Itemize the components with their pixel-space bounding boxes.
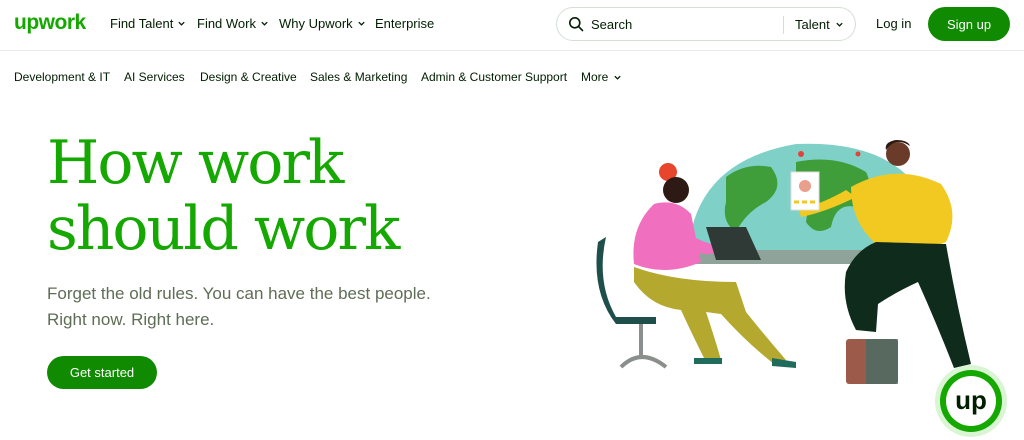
category-sales-marketing[interactable]: Sales & Marketing <box>310 70 407 84</box>
nav-why-upwork[interactable]: Why Upwork <box>279 16 366 31</box>
chevron-down-icon <box>358 21 365 26</box>
hero-subtitle: Forget the old rules. You can have the b… <box>47 281 497 333</box>
category-label: Sales & Marketing <box>310 70 408 84</box>
upwork-badge-icon[interactable]: up <box>934 364 1008 438</box>
hero-title: How work should work <box>47 130 567 262</box>
search-divider <box>783 16 784 34</box>
category-label: AI Services <box>124 70 185 84</box>
nav-find-talent-label: Find Talent <box>110 16 174 31</box>
category-admin-support[interactable]: Admin & Customer Support <box>421 70 567 84</box>
hero-title-line2: should work <box>47 194 400 264</box>
chevron-down-icon <box>261 21 268 26</box>
hero-title-line1: How work <box>47 128 344 198</box>
category-design-creative[interactable]: Design & Creative <box>200 70 297 84</box>
bag-accent <box>866 339 898 384</box>
nav-divider <box>0 50 1024 51</box>
hero-subtitle-line2: Right now. Right here. <box>47 310 215 329</box>
get-started-button[interactable]: Get started <box>47 356 157 389</box>
category-development-it[interactable]: Development & IT <box>14 70 110 84</box>
chevron-down-icon <box>178 21 186 26</box>
upwork-logo[interactable]: upwork <box>14 11 86 35</box>
nav-find-talent[interactable]: Find Talent <box>110 16 186 31</box>
nav-find-work-label: Find Work <box>197 16 256 31</box>
search-bar: Talent <box>556 7 856 41</box>
search-input[interactable] <box>591 16 771 32</box>
search-icon[interactable] <box>568 16 584 32</box>
top-navigation: upwork Find Talent Find Work Why Upwork … <box>0 0 1024 48</box>
chair-base <box>619 324 668 369</box>
chevron-down-icon <box>614 75 621 80</box>
nav-why-upwork-label: Why Upwork <box>279 16 353 31</box>
badge-text: up <box>955 385 987 415</box>
search-scope-label: Talent <box>795 17 830 32</box>
category-ai-services[interactable]: AI Services <box>124 70 185 84</box>
woman-shoe <box>694 358 796 368</box>
login-link[interactable]: Log in <box>876 16 911 31</box>
category-label: Development & IT <box>14 70 111 84</box>
search-scope-dropdown[interactable]: Talent <box>795 17 844 32</box>
category-more-label: More <box>581 70 609 84</box>
nav-find-work[interactable]: Find Work <box>197 16 269 31</box>
woman-legs <box>634 267 786 364</box>
profile-card-avatar <box>799 180 811 192</box>
woman-head <box>663 177 689 203</box>
chevron-down-icon <box>836 22 843 27</box>
globe-pin <box>798 151 804 157</box>
signup-button[interactable]: Sign up <box>928 7 1010 41</box>
hero-illustration <box>596 140 971 384</box>
nav-enterprise[interactable]: Enterprise <box>375 16 434 31</box>
nav-enterprise-label: Enterprise <box>375 16 435 31</box>
globe-pin <box>855 151 861 157</box>
category-more[interactable]: More <box>581 70 622 84</box>
category-label: Design & Creative <box>200 70 297 84</box>
hero-subtitle-line1: Forget the old rules. You can have the b… <box>47 284 431 303</box>
category-label: Admin & Customer Support <box>421 70 568 84</box>
